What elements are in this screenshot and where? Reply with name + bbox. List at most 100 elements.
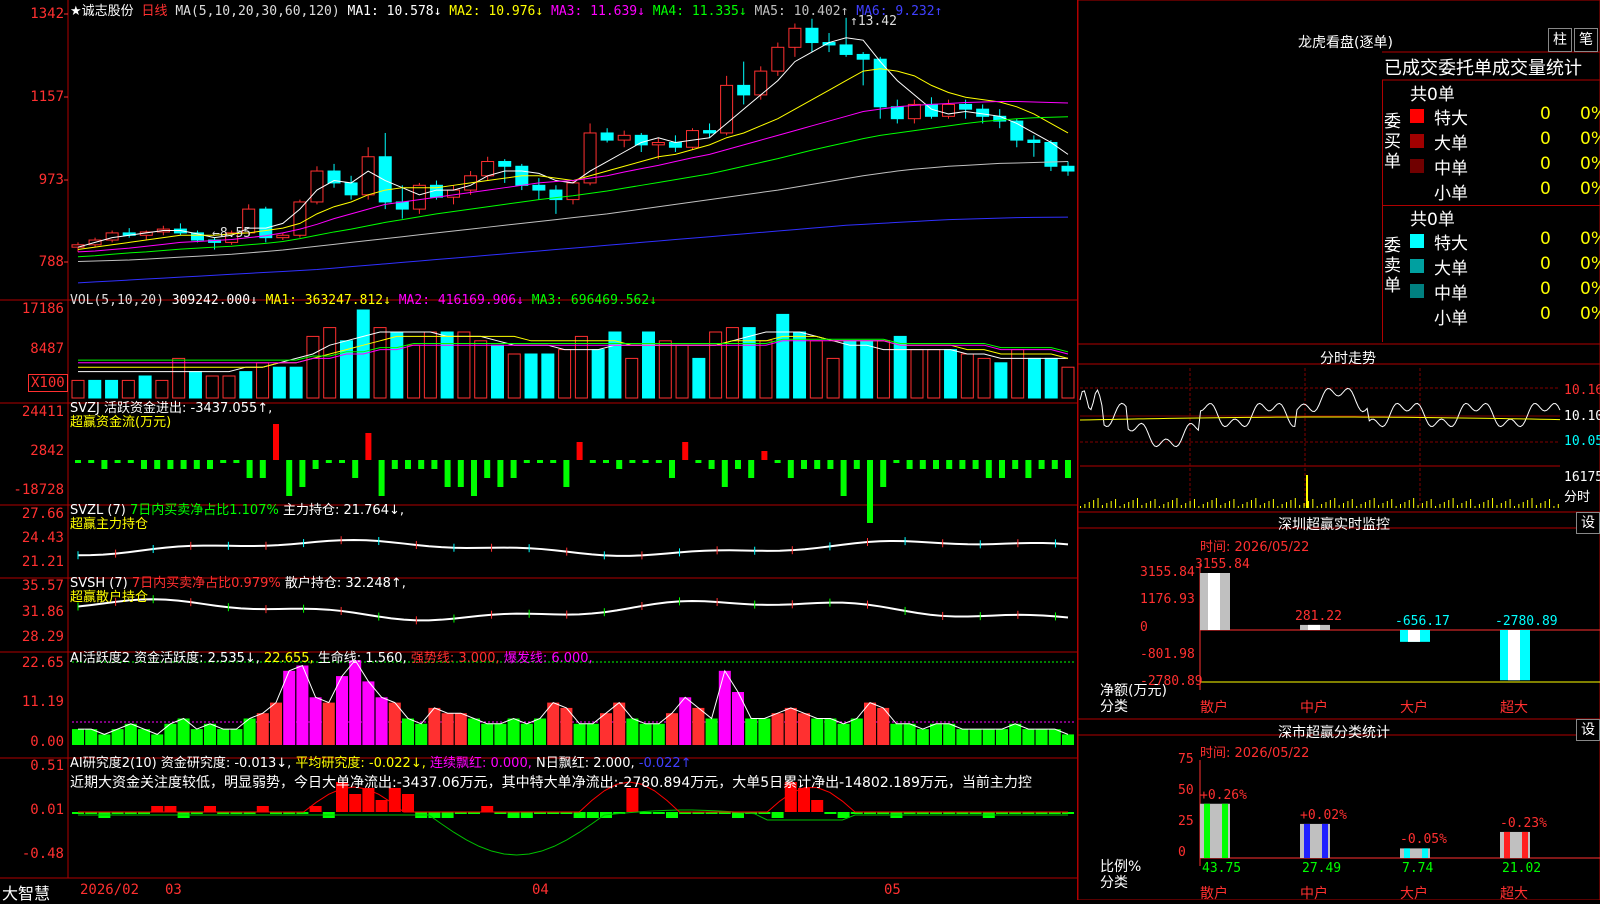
row-percent: 0% xyxy=(1580,154,1600,174)
intraday-vol-bar xyxy=(1404,502,1406,508)
intraday-vol-bar xyxy=(1097,498,1099,508)
row-name: 特大 xyxy=(1434,234,1468,254)
intraday-vol-bar xyxy=(1185,503,1187,508)
lhb-title: 龙虎看盘(逐单) xyxy=(1298,35,1393,51)
intraday-vol-bar xyxy=(1391,499,1393,508)
ai1-tick: 22.65 xyxy=(21,655,64,671)
intraday-vol-bar xyxy=(1119,506,1121,508)
activity-bar xyxy=(903,723,916,745)
period-label[interactable]: 日线 xyxy=(141,4,167,19)
activity-bar xyxy=(1035,729,1048,745)
intraday-vol-bar xyxy=(1198,506,1200,508)
ss-change: +0.02% xyxy=(1300,807,1347,823)
flow-bar xyxy=(880,460,887,487)
vol-unit-x100[interactable]: X100 xyxy=(28,374,68,392)
sz-category: 大户 xyxy=(1400,700,1428,716)
row-count: 0 xyxy=(1540,179,1551,199)
activity-bar xyxy=(336,676,348,745)
intraday-vol-bar xyxy=(1347,501,1349,508)
activity-bar xyxy=(151,734,164,745)
activity-bar xyxy=(362,681,375,745)
intraday-vol-bar xyxy=(1386,501,1388,508)
volume-bar xyxy=(390,331,404,399)
candle-body xyxy=(532,184,546,191)
flow-bar xyxy=(75,460,81,463)
x-tick: 04 xyxy=(532,882,549,898)
activity-bar xyxy=(943,723,956,745)
candle-body xyxy=(378,156,392,203)
candle-body xyxy=(890,106,904,120)
intraday-vol-bar xyxy=(1277,506,1279,508)
volume-bar xyxy=(860,340,874,399)
research-bar xyxy=(309,806,322,812)
bar-view-button[interactable]: 柱 xyxy=(1548,28,1572,52)
activity-bar xyxy=(811,718,824,745)
buy-total: 共0单 xyxy=(1410,85,1455,105)
intraday-vol-bar xyxy=(1400,504,1401,508)
intraday-vol-bar xyxy=(1101,505,1103,508)
svzj-tick: -18728 xyxy=(13,482,64,498)
flow-bar xyxy=(748,460,755,478)
research-bar xyxy=(666,812,678,818)
research-line xyxy=(78,809,1068,856)
intraday-vol-bar xyxy=(1417,505,1419,508)
svzl-tick: 24.43 xyxy=(21,530,64,546)
buy-row-s: 小单 0 0% xyxy=(1410,179,1600,204)
sz-y-tick: 0 xyxy=(1140,619,1148,635)
sell-row-s: 小单 0 0% xyxy=(1410,304,1600,329)
intraday-vol-bar xyxy=(1268,501,1270,508)
intraday-vol-bar xyxy=(1316,506,1318,508)
vol-title-line: VOL(5,10,20) 309242.000↓ MA1: 363247.812… xyxy=(70,293,657,308)
intraday-vol-bar xyxy=(1306,475,1308,508)
activity-bar xyxy=(547,702,560,745)
flow-bar xyxy=(497,460,504,487)
main-title-line: ★诚志股份 日线 MA(5,10,20,30,60,120) MA1: 10.5… xyxy=(70,0,942,19)
main-holding-line xyxy=(77,538,1069,557)
flow-bar xyxy=(418,460,425,469)
vol-ma3: MA3: 696469.562↓ xyxy=(531,293,658,308)
intraday-vol-bar xyxy=(1483,502,1485,508)
ss-settings-button[interactable]: 设 xyxy=(1576,719,1600,741)
activity-bar xyxy=(850,718,863,745)
activity-bar xyxy=(349,660,362,745)
flow-bar xyxy=(325,460,332,463)
activity-bar xyxy=(1048,729,1061,745)
intraday-vol-bar xyxy=(1439,504,1441,508)
candle-body xyxy=(651,141,665,146)
flow-bar xyxy=(774,460,781,463)
sz-y-tick: 3155.84 xyxy=(1140,565,1195,580)
volume-bar xyxy=(759,340,773,399)
volume-bar xyxy=(121,379,135,399)
flow-bar xyxy=(88,460,95,463)
ss-bar-stripe xyxy=(1522,831,1528,858)
flow-bar xyxy=(999,460,1005,478)
x-tick: 2026/02 xyxy=(80,882,140,898)
flow-bar xyxy=(576,442,583,460)
volume-bar xyxy=(826,357,840,399)
flow-bar xyxy=(154,460,161,469)
volume-bar xyxy=(843,340,857,399)
stock-name[interactable]: ★诚志股份 xyxy=(70,4,134,19)
candle-body xyxy=(412,184,426,210)
brand-label[interactable]: 大智慧 xyxy=(2,880,50,904)
intraday-vol-bar xyxy=(1128,502,1130,508)
sz-settings-button[interactable]: 设 xyxy=(1576,512,1600,534)
row-percent: 0% xyxy=(1580,104,1600,124)
color-swatch xyxy=(1410,259,1424,273)
svzl-subtitle: 超赢主力持仓 xyxy=(70,517,149,532)
vol-ma2: MA2: 416169.906↓ xyxy=(398,293,524,308)
ss-y-tick: 0 xyxy=(1178,845,1186,860)
color-swatch xyxy=(1410,284,1424,298)
row-name: 中单 xyxy=(1434,159,1468,179)
volume-bar xyxy=(423,331,437,399)
vol-ma1: MA1: 363247.812↓ xyxy=(265,293,391,308)
tick-view-button[interactable]: 笔 xyxy=(1574,28,1598,52)
intraday-vol-bar xyxy=(1250,500,1252,508)
intraday-vol-bar xyxy=(1303,503,1305,508)
activity-bar xyxy=(1009,723,1022,745)
activity-bar xyxy=(309,697,322,745)
intraday-vol-bar xyxy=(1478,504,1480,508)
ss-value: 21.02 xyxy=(1502,861,1542,876)
ma-title: MA(5,10,20,30,60,120) xyxy=(175,4,340,19)
ss-y-tick: 50 xyxy=(1178,783,1194,798)
